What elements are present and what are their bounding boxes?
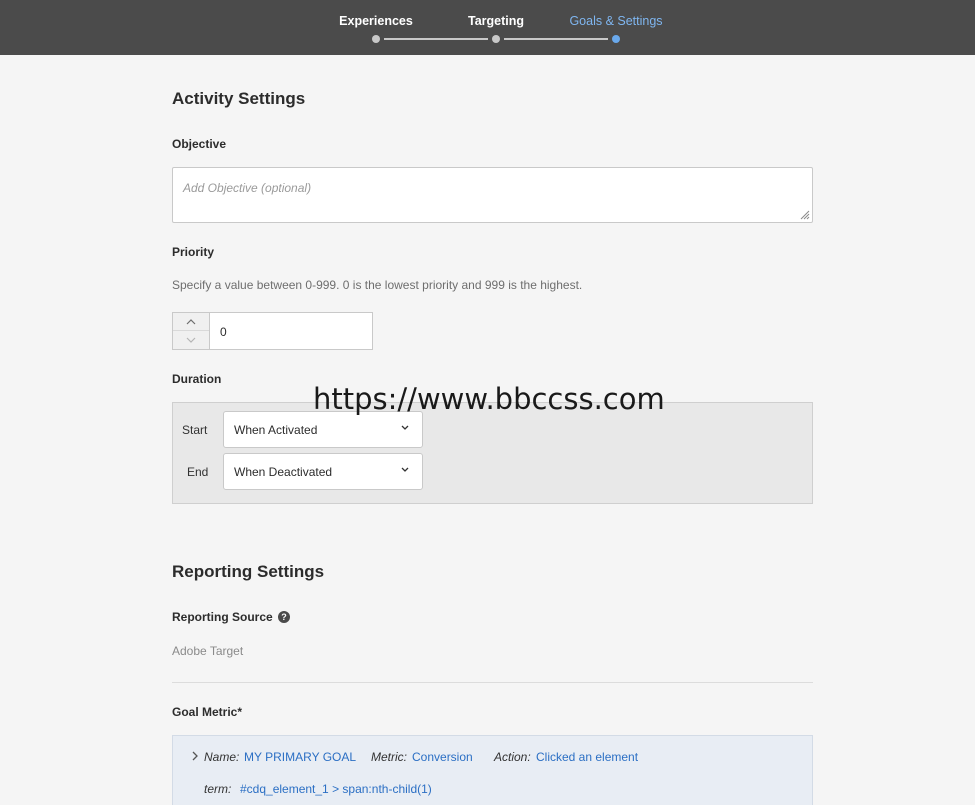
- end-select-value: When Deactivated: [234, 465, 333, 479]
- step-targeting[interactable]: Targeting: [468, 14, 524, 28]
- end-select[interactable]: When Deactivated: [223, 453, 423, 490]
- increment-button[interactable]: [173, 313, 209, 331]
- goal-metric-value[interactable]: Conversion: [412, 750, 473, 764]
- reporting-source-label: Reporting Source: [172, 610, 273, 624]
- help-icon[interactable]: ?: [278, 611, 290, 623]
- priority-help-text: Specify a value between 0-999. 0 is the …: [172, 278, 583, 292]
- step-connector: [504, 38, 608, 40]
- resize-grip-icon[interactable]: [800, 210, 810, 220]
- priority-stepper: 0: [172, 312, 373, 350]
- priority-label: Priority: [172, 245, 215, 259]
- activity-settings-heading: Activity Settings: [172, 89, 306, 108]
- chevron-down-icon: [186, 337, 196, 343]
- goal-name-key: Name:: [204, 750, 240, 764]
- objective-label: Objective: [172, 137, 227, 151]
- start-select[interactable]: When Activated: [223, 411, 423, 448]
- chevron-up-icon: [186, 318, 196, 324]
- step-connector: [384, 38, 488, 40]
- expand-chevron-icon[interactable]: [191, 751, 199, 761]
- step-dot-goals-settings[interactable]: [612, 35, 620, 43]
- goal-metric-card: Name: MY PRIMARY GOAL Metric: Conversion…: [172, 735, 813, 805]
- goal-metric-label: Goal Metric*: [172, 705, 243, 719]
- goal-metric-key: Metric:: [371, 750, 407, 764]
- objective-textarea[interactable]: Add Objective (optional): [172, 167, 813, 223]
- duration-label: Duration: [172, 372, 222, 386]
- goal-term-key: term:: [204, 782, 232, 796]
- watermark-text: https://www.bbccss.com: [313, 382, 665, 416]
- goal-term-value[interactable]: #cdq_element_1 > span:nth-child(1): [240, 782, 432, 796]
- reporting-source-value: Adobe Target: [172, 644, 244, 658]
- goal-action-value[interactable]: Clicked an element: [536, 750, 638, 764]
- goal-action-key: Action:: [494, 750, 531, 764]
- start-label: Start: [182, 423, 208, 437]
- decrement-button[interactable]: [173, 331, 209, 349]
- step-dot-targeting[interactable]: [492, 35, 500, 43]
- step-goals-settings[interactable]: Goals & Settings: [569, 14, 662, 28]
- priority-input[interactable]: 0: [210, 312, 373, 350]
- step-experiences[interactable]: Experiences: [339, 14, 413, 28]
- chevron-down-icon: [401, 467, 409, 472]
- workflow-stepper: Experiences Targeting Goals & Settings: [0, 0, 975, 55]
- reporting-settings-heading: Reporting Settings: [172, 562, 325, 581]
- end-label: End: [187, 465, 209, 479]
- stepper-buttons: [172, 312, 210, 350]
- start-select-value: When Activated: [234, 423, 318, 437]
- duration-panel: Start When Activated End When Deactivate…: [172, 402, 813, 504]
- section-divider: [172, 682, 813, 683]
- chevron-down-icon: [401, 425, 409, 430]
- step-dot-experiences[interactable]: [372, 35, 380, 43]
- objective-placeholder: Add Objective (optional): [183, 181, 312, 195]
- goal-name-value[interactable]: MY PRIMARY GOAL: [244, 750, 356, 764]
